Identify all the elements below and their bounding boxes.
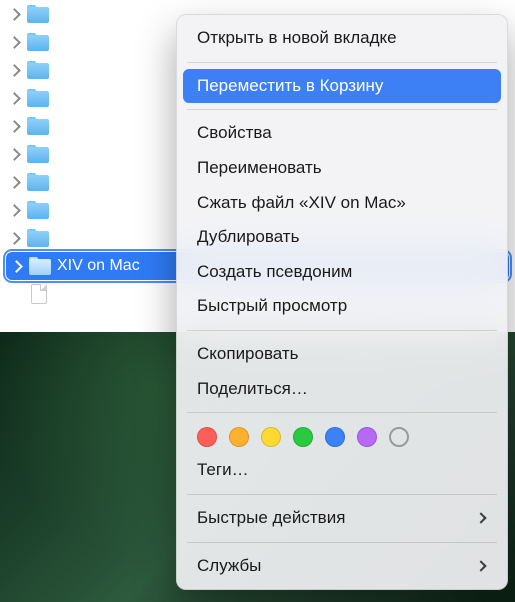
folder-icon (27, 33, 49, 51)
tag-none[interactable] (389, 427, 409, 447)
menu-label: Переименовать (197, 156, 322, 181)
context-menu: Открыть в новой вкладке Переместить в Ко… (176, 14, 508, 590)
folder-icon (27, 173, 49, 191)
folder-icon (27, 89, 49, 107)
menu-separator (187, 494, 497, 495)
tag-blue[interactable] (325, 427, 345, 447)
menu-label: Открыть в новой вкладке (197, 26, 397, 51)
chevron-right-icon (8, 176, 21, 189)
document-icon (31, 284, 47, 304)
menu-label: Быстрый просмотр (197, 294, 347, 319)
menu-separator (187, 330, 497, 331)
menu-label: Создать псевдоним (197, 260, 352, 285)
menu-duplicate[interactable]: Дублировать (183, 220, 501, 255)
menu-separator (187, 542, 497, 543)
menu-rename[interactable]: Переименовать (183, 151, 501, 186)
tag-orange[interactable] (229, 427, 249, 447)
tag-red[interactable] (197, 427, 217, 447)
menu-quick-actions[interactable]: Быстрые действия (183, 501, 501, 536)
menu-label: Поделиться… (197, 377, 308, 402)
menu-label: Быстрые действия (197, 506, 345, 531)
chevron-right-icon (8, 36, 21, 49)
folder-icon (27, 201, 49, 219)
menu-get-info[interactable]: Свойства (183, 116, 501, 151)
menu-quick-look[interactable]: Быстрый просмотр (183, 289, 501, 324)
tag-green[interactable] (293, 427, 313, 447)
folder-icon (27, 117, 49, 135)
folder-label: XIV on Mac (57, 257, 140, 275)
menu-share[interactable]: Поделиться… (183, 372, 501, 407)
chevron-right-icon (8, 232, 21, 245)
menu-separator (187, 412, 497, 413)
chevron-right-icon (475, 513, 486, 524)
menu-label: Теги… (197, 458, 249, 483)
chevron-right-icon (10, 260, 23, 273)
chevron-right-icon (8, 204, 21, 217)
menu-open-new-tab[interactable]: Открыть в новой вкладке (183, 21, 501, 56)
menu-make-alias[interactable]: Создать псевдоним (183, 255, 501, 290)
menu-separator (187, 62, 497, 63)
menu-label: Сжать файл «XIV on Mac» (197, 191, 406, 216)
chevron-right-icon (8, 8, 21, 21)
folder-icon (29, 257, 51, 275)
folder-icon (27, 229, 49, 247)
menu-move-to-trash[interactable]: Переместить в Корзину (183, 69, 501, 104)
tag-purple[interactable] (357, 427, 377, 447)
chevron-right-icon (475, 560, 486, 571)
menu-label: Переместить в Корзину (197, 74, 383, 99)
menu-tags[interactable]: Теги… (183, 453, 501, 488)
menu-label: Дублировать (197, 225, 299, 250)
chevron-right-icon (8, 148, 21, 161)
menu-label: Службы (197, 554, 261, 579)
menu-copy[interactable]: Скопировать (183, 337, 501, 372)
chevron-right-icon (8, 64, 21, 77)
menu-tag-colors (183, 419, 501, 453)
folder-icon (27, 61, 49, 79)
chevron-right-icon (8, 120, 21, 133)
menu-label: Свойства (197, 121, 272, 146)
menu-label: Скопировать (197, 342, 299, 367)
menu-services[interactable]: Службы (183, 549, 501, 584)
folder-icon (27, 145, 49, 163)
menu-separator (187, 109, 497, 110)
chevron-right-icon (8, 92, 21, 105)
menu-compress[interactable]: Сжать файл «XIV on Mac» (183, 186, 501, 221)
folder-icon (27, 5, 49, 23)
tag-yellow[interactable] (261, 427, 281, 447)
